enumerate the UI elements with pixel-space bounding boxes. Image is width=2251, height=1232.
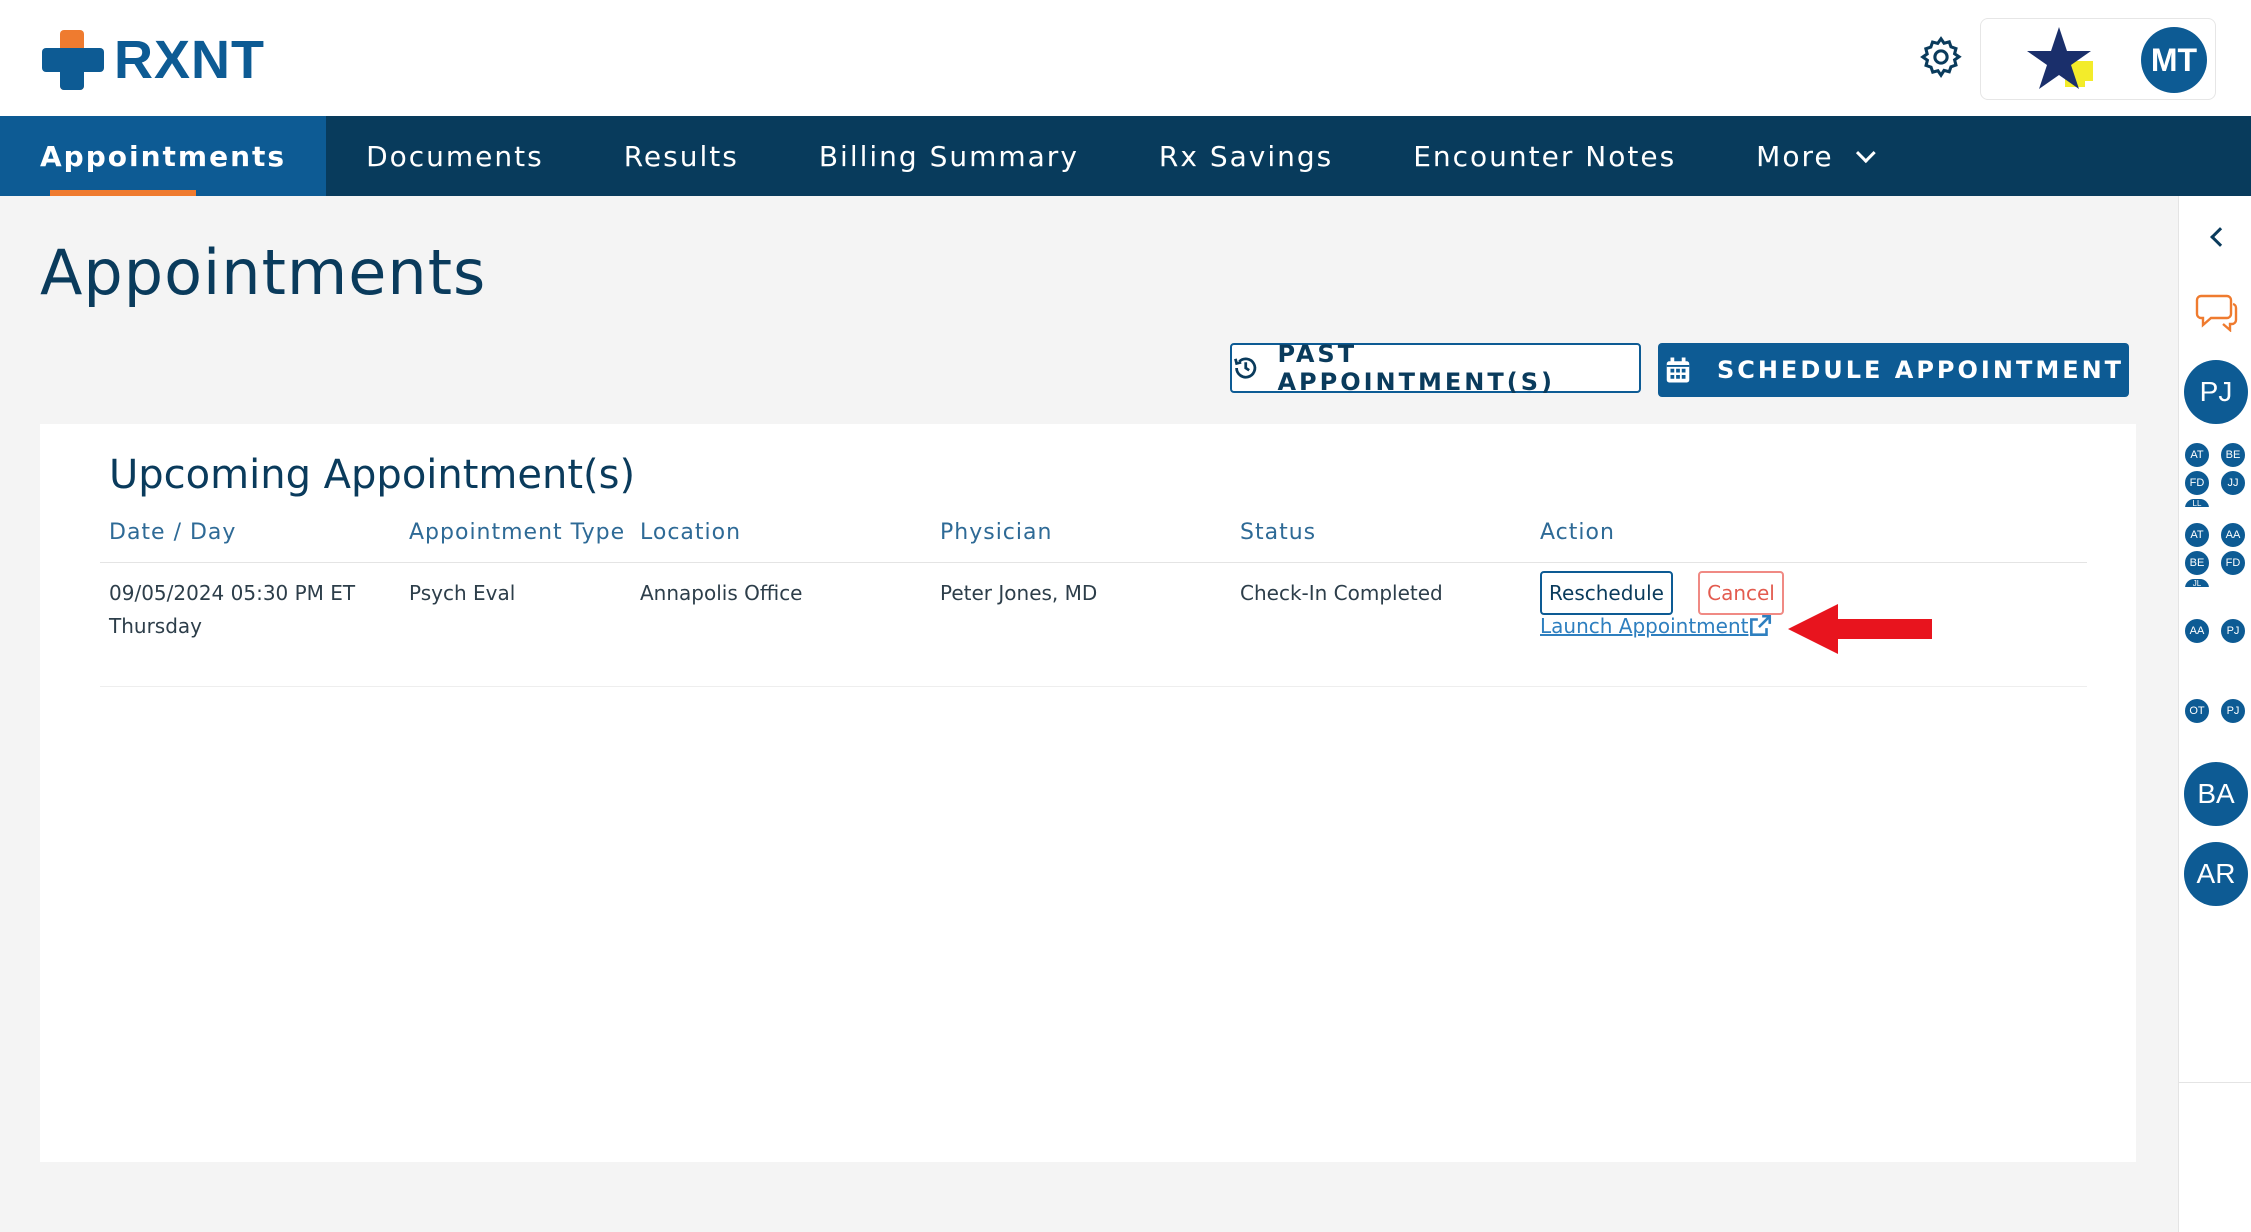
external-link-icon[interactable] bbox=[1747, 613, 1773, 639]
appointment-physician: Peter Jones, MD bbox=[940, 581, 1098, 605]
avatar-small: AT bbox=[2184, 442, 2210, 468]
logo-cross-icon bbox=[42, 30, 104, 90]
page-title: Appointments bbox=[40, 236, 487, 309]
appointment-day: Thursday bbox=[109, 614, 202, 638]
nav-label: Rx Savings bbox=[1158, 139, 1334, 173]
logo-text: RXNT bbox=[114, 30, 265, 90]
table-header: Date / Day Appointment Type Location Phy… bbox=[109, 520, 2086, 560]
upcoming-appointments-card: Upcoming Appointment(s) Date / Day Appoi… bbox=[40, 424, 2136, 1162]
avatar-small: JL bbox=[2184, 578, 2210, 588]
avatar-small: PJ bbox=[2220, 618, 2246, 644]
avatar-small: LL bbox=[2184, 498, 2210, 508]
column-header-date: Date / Day bbox=[109, 520, 237, 545]
avatar-small: AA bbox=[2184, 618, 2210, 644]
avatar-ba[interactable]: BA bbox=[2184, 762, 2248, 826]
nav-tab-documents[interactable]: Documents bbox=[326, 116, 584, 196]
chevron-left-icon[interactable] bbox=[2210, 227, 2230, 247]
avatar-small: AA bbox=[2220, 522, 2246, 548]
avatar-pj[interactable]: PJ bbox=[2184, 360, 2248, 424]
chevron-down-icon bbox=[1855, 143, 1876, 164]
nav-tab-billing-summary[interactable]: Billing Summary bbox=[779, 116, 1119, 196]
user-profile-card[interactable]: MT bbox=[1980, 18, 2216, 100]
column-header-type: Appointment Type bbox=[409, 520, 626, 545]
nav-label: Billing Summary bbox=[818, 139, 1079, 173]
section-title: Upcoming Appointment(s) bbox=[109, 452, 636, 498]
nav-label: Encounter Notes bbox=[1413, 139, 1677, 173]
launch-appointment-link[interactable]: Launch Appointment bbox=[1540, 614, 1748, 638]
avatar-small: FD bbox=[2220, 550, 2246, 576]
avatar-small: JJ bbox=[2220, 470, 2246, 496]
avatar-ar[interactable]: AR bbox=[2184, 842, 2248, 906]
column-header-status: Status bbox=[1240, 520, 1317, 545]
nav-tab-encounter-notes[interactable]: Encounter Notes bbox=[1373, 116, 1716, 196]
nav-label: Appointments bbox=[40, 139, 287, 173]
appointment-status: Check-In Completed bbox=[1240, 581, 1443, 605]
nav-tab-results[interactable]: Results bbox=[584, 116, 779, 196]
avatar-small: PJ bbox=[2220, 698, 2246, 724]
divider bbox=[100, 686, 2087, 687]
appointment-type: Psych Eval bbox=[409, 581, 516, 605]
main-nav: Appointments Documents Results Billing S… bbox=[0, 116, 2251, 196]
column-header-location: Location bbox=[640, 520, 742, 545]
past-appointments-button[interactable]: PAST APPOINTMENT(S) bbox=[1230, 340, 1641, 396]
calendar-icon bbox=[1666, 357, 1690, 383]
user-avatar[interactable]: MT bbox=[2141, 27, 2207, 93]
nav-tab-more[interactable]: More bbox=[1716, 116, 1909, 196]
red-arrow-annotation bbox=[1788, 604, 1932, 654]
appointment-location: Annapolis Office bbox=[640, 581, 803, 605]
avatar-small: BE bbox=[2220, 442, 2246, 468]
column-header-action: Action bbox=[1540, 520, 1615, 545]
avatar-small: FD bbox=[2184, 470, 2210, 496]
nav-label: Results bbox=[623, 139, 739, 173]
gear-icon[interactable] bbox=[1918, 34, 1964, 80]
nav-tab-appointments[interactable]: Appointments bbox=[0, 116, 327, 196]
rxnt-logo[interactable]: RXNT bbox=[42, 30, 265, 90]
right-sidebar: PJ AT BE FD JJ LL AT AA BE FD JL AA PJ O… bbox=[2178, 196, 2251, 1232]
avatar-small: OT bbox=[2184, 698, 2210, 724]
appointment-date: 09/05/2024 05:30 PM ET bbox=[109, 581, 356, 605]
chat-icon[interactable] bbox=[2193, 292, 2239, 332]
top-header: RXNT MT bbox=[0, 0, 2251, 116]
schedule-appointment-label: SCHEDULE APPOINTMENT bbox=[1716, 356, 2125, 384]
column-header-physician: Physician bbox=[940, 520, 1053, 545]
divider bbox=[100, 562, 2087, 563]
nav-label: Documents bbox=[366, 139, 544, 173]
schedule-appointment-button[interactable]: SCHEDULE APPOINTMENT bbox=[1658, 343, 2129, 397]
reschedule-button[interactable]: Reschedule bbox=[1540, 571, 1673, 615]
divider bbox=[2179, 1082, 2251, 1083]
nav-tab-rx-savings[interactable]: Rx Savings bbox=[1119, 116, 1373, 196]
past-appointments-label: PAST APPOINTMENT(S) bbox=[1277, 340, 1555, 396]
history-icon bbox=[1234, 357, 1257, 379]
star-icon bbox=[2027, 27, 2093, 89]
nav-label: More bbox=[1756, 139, 1834, 173]
avatar-small: BE bbox=[2184, 550, 2210, 576]
cancel-button[interactable]: Cancel bbox=[1698, 571, 1784, 615]
avatar-small: AT bbox=[2184, 522, 2210, 548]
